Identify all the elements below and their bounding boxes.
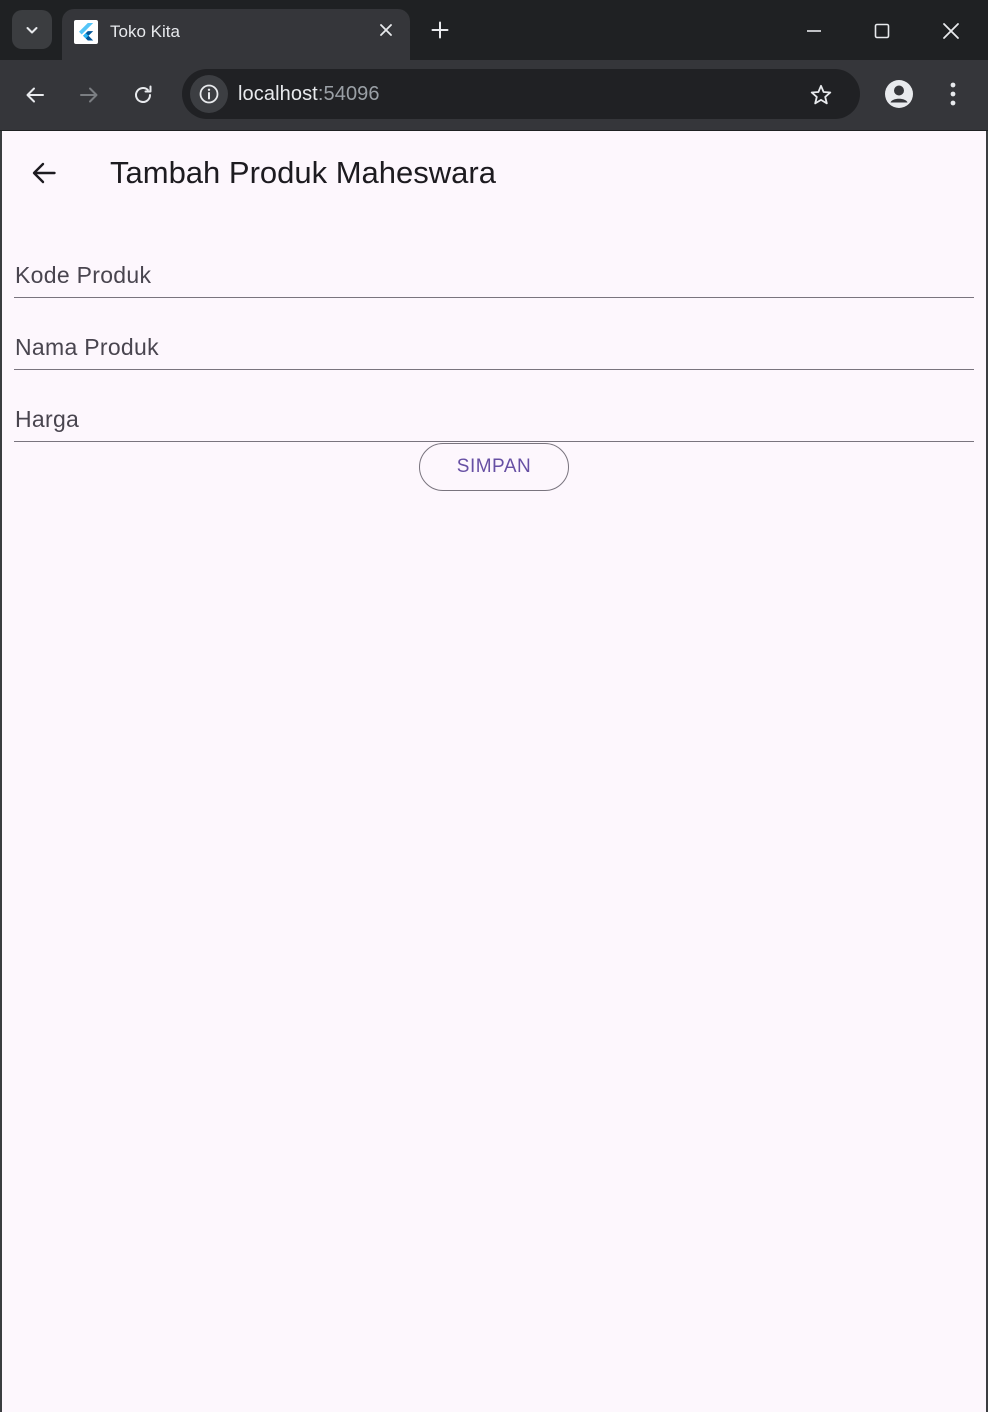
arrow-forward-icon [80,87,98,103]
page-viewport: Tambah Produk Maheswara SIMPAN [2,131,986,1412]
maximize-icon [874,23,890,39]
browser-menu-button[interactable] [934,75,972,113]
close-icon [380,24,392,36]
reload-icon [135,85,152,103]
nama-produk-input[interactable] [14,298,974,369]
reload-button[interactable] [124,76,162,114]
minimize-button[interactable] [794,11,834,51]
profile-button[interactable] [880,75,918,113]
kode-produk-input[interactable] [14,226,974,297]
minimize-icon [807,30,821,32]
info-icon [199,84,219,104]
address-bar[interactable]: localhost:54096 [182,69,860,119]
new-tab-button[interactable] [424,14,456,46]
tab-search-button[interactable] [12,10,52,49]
flutter-icon [74,20,98,44]
url-text: localhost:54096 [238,83,380,106]
account-icon [885,80,913,108]
close-icon [943,23,959,39]
nama-produk-field[interactable] [14,298,974,370]
forward-button[interactable] [70,76,108,114]
browser-tab[interactable]: Toko Kita [62,9,410,60]
tab-close-button[interactable] [374,18,398,42]
maximize-button[interactable] [862,11,902,51]
url-port: :54096 [317,83,380,105]
more-vert-icon [950,82,956,106]
app-bar: Tambah Produk Maheswara [2,131,986,215]
browser-toolbar: localhost:54096 [0,60,988,130]
harga-field[interactable] [14,370,974,442]
star-icon [810,84,832,105]
arrow-back-icon [32,162,56,184]
site-info-button[interactable] [190,75,228,113]
bookmark-button[interactable] [806,80,836,110]
app-back-button[interactable] [20,149,68,197]
plus-icon [431,21,449,39]
url-host: localhost [238,83,318,105]
simpan-button[interactable]: SIMPAN [419,443,569,491]
chevron-down-icon [26,26,38,33]
arrow-back-icon [26,87,44,103]
tab-title: Toko Kita [110,22,180,41]
window-close-button[interactable] [931,11,971,51]
kode-produk-field[interactable] [14,226,974,298]
back-button[interactable] [16,76,54,114]
tab-strip: Toko Kita [0,0,988,60]
harga-input[interactable] [14,370,974,441]
page-title: Tambah Produk Maheswara [110,155,496,190]
